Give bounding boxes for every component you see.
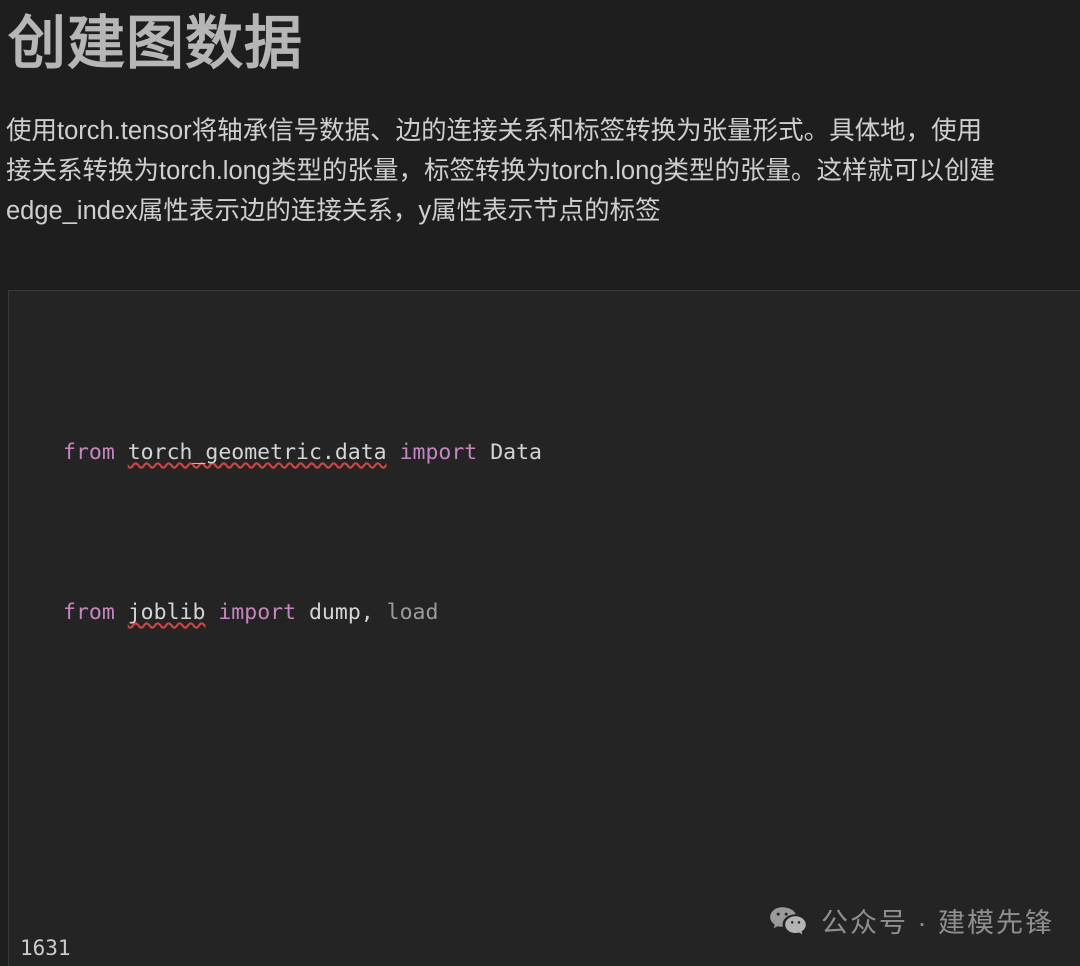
keyword-from: from xyxy=(63,440,115,465)
symbol-load: load xyxy=(387,600,439,625)
wechat-icon xyxy=(769,905,807,937)
symbol-dump: dump, xyxy=(309,600,374,625)
keyword-from: from xyxy=(63,600,115,625)
paragraph-line: 使用torch.tensor将轴承信号数据、边的连接关系和标签转换为张量形式。具… xyxy=(6,112,1080,152)
watermark-text: 公众号 · 建模先锋 xyxy=(821,901,1054,940)
code-line-blank xyxy=(9,725,1080,757)
keyword-import: import xyxy=(218,600,296,625)
code-line-blank xyxy=(9,821,1080,853)
notebook-code-cell[interactable]: from torch_geometric.data import Data fr… xyxy=(8,290,1080,966)
keyword-import: import xyxy=(400,440,478,465)
paragraph-line: 接关系转换为torch.long类型的张量，标签转换为torch.long类型的… xyxy=(6,152,1080,192)
page-title: 创建图数据 xyxy=(0,0,1080,78)
code-line-import-joblib[interactable]: from joblib import dump, load xyxy=(9,597,1080,629)
paragraph-line: edge_index属性表示边的连接关系，y属性表示节点的标签 xyxy=(6,192,1080,232)
article-paragraph: 使用torch.tensor将轴承信号数据、边的连接关系和标签转换为张量形式。具… xyxy=(0,78,1080,231)
module-joblib: joblib xyxy=(128,600,206,625)
module-torch-geometric-data: torch_geometric.data xyxy=(128,440,387,465)
watermark: 公众号 · 建模先锋 xyxy=(769,901,1054,940)
code-line-import-data[interactable]: from torch_geometric.data import Data xyxy=(9,437,1080,469)
symbol-data: Data xyxy=(490,440,542,465)
code-editor[interactable]: from torch_geometric.data import Data fr… xyxy=(9,291,1080,966)
